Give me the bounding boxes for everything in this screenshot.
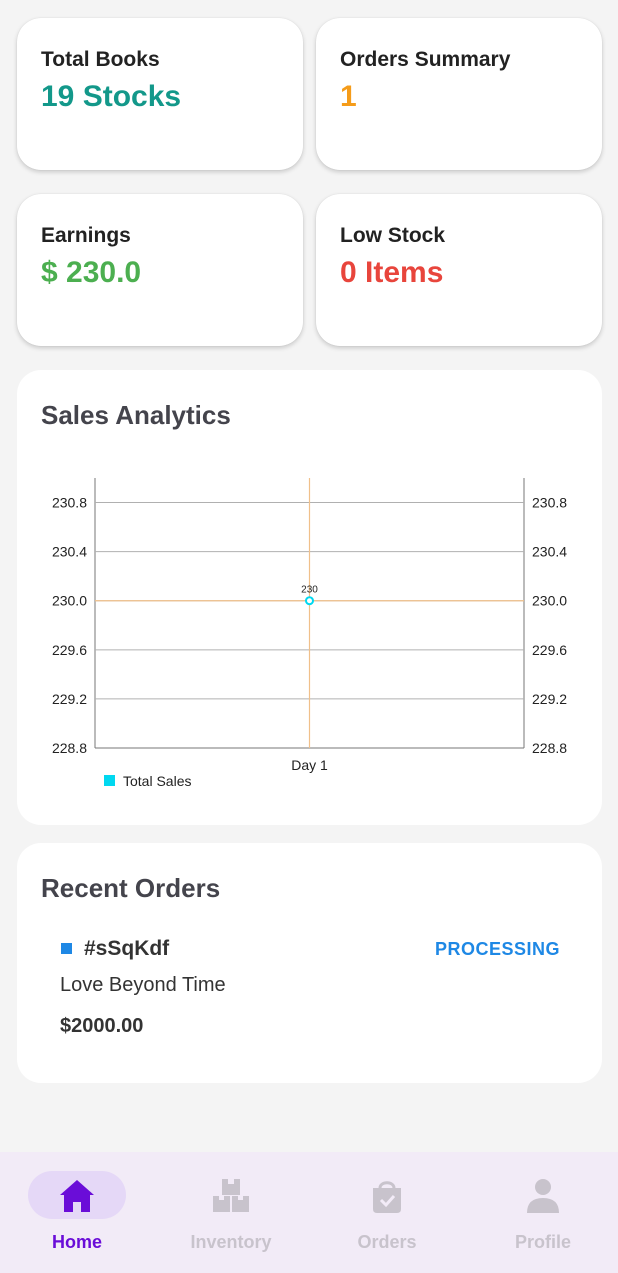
order-id: #sSqKdf: [84, 937, 170, 960]
recent-orders-title: Recent Orders: [41, 873, 221, 903]
orders-bag-icon: [373, 1181, 401, 1213]
low-stock-label: Low Stock: [340, 224, 446, 247]
nav-item-profile[interactable]: Profile: [466, 1152, 618, 1273]
earnings-label: Earnings: [41, 224, 131, 247]
data-point: [305, 596, 314, 606]
total-books-value: 19 Stocks: [41, 80, 182, 113]
home-icon: [60, 1180, 94, 1212]
order-price: $2000.00: [60, 1015, 144, 1037]
y-tick-label-right: 228.8: [532, 740, 567, 756]
nav-item-orders[interactable]: Orders: [310, 1152, 464, 1273]
y-tick-label-right: 230.0: [532, 593, 567, 609]
low-stock-value: 0 Items: [340, 256, 444, 289]
low-stock-card[interactable]: Low Stock 0 Items: [316, 194, 602, 346]
sales-analytics-title: Sales Analytics: [41, 400, 231, 430]
y-tick-label-left: 229.2: [52, 691, 87, 707]
orders-summary-card[interactable]: Orders Summary 1: [316, 18, 602, 170]
orders-summary-label: Orders Summary: [340, 48, 511, 71]
nav-label-home: Home: [51, 1232, 102, 1252]
y-tick-label-left: 228.8: [52, 740, 87, 756]
data-label: 230: [301, 585, 318, 596]
y-tick-label-left: 230.0: [52, 593, 87, 609]
order-bullet-icon: [61, 943, 72, 954]
legend-label: Total Sales: [123, 773, 191, 789]
nav-item-inventory[interactable]: Inventory: [154, 1152, 308, 1273]
profile-icon: [527, 1179, 559, 1213]
y-tick-label-right: 229.2: [532, 691, 567, 707]
y-tick-label-right: 230.4: [532, 544, 567, 560]
orders-summary-value: 1: [340, 80, 357, 113]
y-tick-label-right: 229.6: [532, 642, 567, 658]
legend-swatch: [104, 775, 115, 786]
sales-analytics-card: 228.8 228.8 229.2 229.2 229.6 229.6 230.0 230.0…: [17, 370, 602, 825]
nav-label-inventory: Inventory: [190, 1232, 272, 1252]
y-tick-label-left: 230.4: [52, 544, 87, 560]
total-books-label: Total Books: [41, 48, 160, 71]
nav-label-profile: Profile: [514, 1232, 571, 1252]
bottom-navigation: Home Inventory Orders Profile: [0, 1152, 618, 1273]
total-books-card[interactable]: Total Books 19 Stocks: [17, 18, 303, 170]
x-tick-label: Day 1: [291, 757, 328, 773]
earnings-card[interactable]: Earnings $ 230.0: [17, 194, 303, 346]
nav-label-orders: Orders: [357, 1232, 417, 1252]
recent-orders-card: Recent Orders #sSqKdf PROCESSING Love Be…: [17, 843, 602, 1083]
y-tick-label-left: 230.8: [52, 495, 87, 511]
order-book-title: Love Beyond Time: [60, 974, 226, 996]
nav-item-home[interactable]: Home: [0, 1152, 154, 1273]
earnings-value: $ 230.0: [41, 256, 142, 289]
y-tick-label-right: 230.8: [532, 495, 567, 511]
inventory-icon: [213, 1179, 249, 1212]
order-status-badge: PROCESSING: [434, 939, 560, 959]
sales-chart[interactable]: 228.8 228.8 229.2 229.2 229.6 229.6 230.0 230.0…: [17, 370, 602, 825]
y-tick-label-left: 229.6: [52, 642, 87, 658]
